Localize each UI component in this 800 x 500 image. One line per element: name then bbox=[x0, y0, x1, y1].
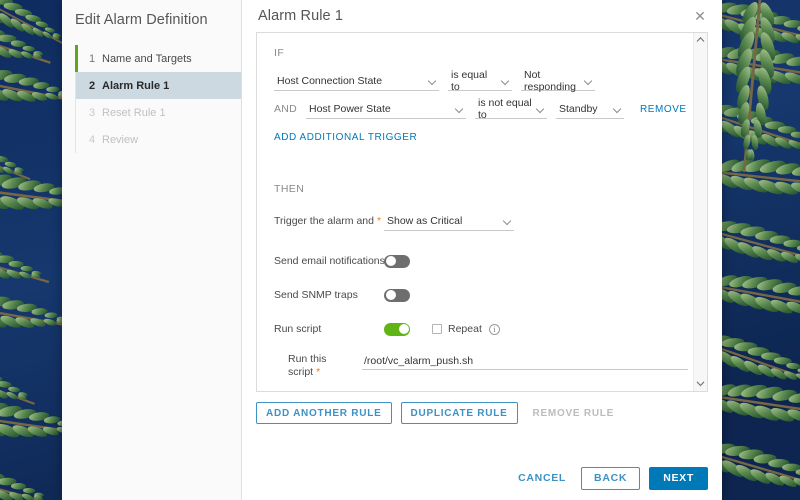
trigger-subject-value: Host Connection State bbox=[277, 74, 383, 87]
rule-editor-scroll-region: IF Host Connection State is equal to Not… bbox=[256, 32, 708, 392]
trigger-action-label-text: Trigger the alarm and bbox=[274, 215, 374, 227]
trigger-value-value: Not responding bbox=[524, 68, 576, 93]
conjunction-label: AND bbox=[274, 103, 298, 115]
duplicate-rule-button[interactable]: DUPLICATE RULE bbox=[400, 402, 518, 424]
page-title: Edit Alarm Definition bbox=[75, 12, 208, 28]
step-number: 2 bbox=[89, 79, 96, 92]
trigger-action-label: Trigger the alarm and * bbox=[274, 215, 384, 227]
step-label: Name and Targets bbox=[102, 52, 192, 65]
step-number: 3 bbox=[89, 106, 96, 119]
run-script-toggle[interactable] bbox=[384, 322, 410, 336]
trigger-value-select[interactable]: Standby bbox=[556, 100, 624, 119]
step-number: 1 bbox=[89, 52, 96, 65]
wizard-step-list: 1 Name and Targets 2 Alarm Rule 1 3 Rese… bbox=[75, 45, 241, 153]
trigger-operator-select[interactable]: is not equal to bbox=[475, 96, 547, 121]
sidebar-item-reset-rule-1: 3 Reset Rule 1 bbox=[76, 99, 241, 126]
dialog-footer: CANCEL BACK NEXT bbox=[242, 456, 722, 500]
then-section: THEN Trigger the alarm and * Show as Crit… bbox=[274, 183, 693, 391]
remove-rule-button: REMOVE RULE bbox=[532, 407, 615, 419]
step-label: Alarm Rule 1 bbox=[102, 79, 170, 92]
then-section-label: THEN bbox=[274, 183, 305, 195]
send-email-notifications-toggle[interactable] bbox=[384, 254, 410, 268]
trigger-row: Host Connection State is equal to Not re… bbox=[274, 68, 693, 93]
run-this-script-label: Run this script * bbox=[288, 353, 362, 379]
content-header: Alarm Rule 1 ✕ bbox=[242, 0, 722, 32]
cancel-button[interactable]: CANCEL bbox=[512, 472, 572, 484]
edit-alarm-definition-dialog: Edit Alarm Definition 1 Name and Targets… bbox=[62, 0, 722, 500]
send-email-notifications-label: Send email notifications bbox=[274, 255, 385, 267]
repeat-label: Repeat bbox=[448, 323, 482, 335]
info-icon[interactable]: i bbox=[488, 323, 500, 335]
trigger-subject-select[interactable]: Host Power State bbox=[306, 100, 466, 119]
close-icon[interactable]: ✕ bbox=[691, 7, 709, 25]
toggle-knob bbox=[385, 256, 396, 266]
script-label-line1: Run this bbox=[288, 353, 327, 365]
step-number: 4 bbox=[89, 133, 96, 146]
trigger-action-select[interactable]: Show as Critical bbox=[384, 212, 514, 231]
add-additional-trigger-link[interactable]: ADD ADDITIONAL TRIGGER bbox=[274, 132, 417, 143]
remove-trigger-link[interactable]: REMOVE bbox=[640, 104, 687, 115]
content-pane: Alarm Rule 1 ✕ IF Host Connection State … bbox=[242, 0, 722, 500]
back-button[interactable]: BACK bbox=[581, 466, 641, 490]
trigger-action-value: Show as Critical bbox=[387, 214, 463, 227]
rule-action-buttons: ADD ANOTHER RULE DUPLICATE RULE REMOVE R… bbox=[242, 392, 722, 424]
send-snmp-traps-label: Send SNMP traps bbox=[274, 289, 358, 301]
wizard-sidebar: Edit Alarm Definition 1 Name and Targets… bbox=[62, 0, 242, 500]
rule-editor-body: IF Host Connection State is equal to Not… bbox=[257, 33, 693, 391]
trigger-value-select[interactable]: Not responding bbox=[521, 68, 595, 93]
trigger-subject-select[interactable]: Host Connection State bbox=[274, 72, 439, 91]
run-script-row: Run script Repeat i bbox=[274, 319, 693, 339]
send-snmp-traps-row: Send SNMP traps bbox=[274, 285, 693, 305]
toggle-knob bbox=[398, 324, 409, 334]
sidebar-item-alarm-rule-1[interactable]: 2 Alarm Rule 1 bbox=[76, 72, 241, 99]
send-snmp-traps-toggle[interactable] bbox=[384, 288, 410, 302]
send-email-notifications-row: Send email notifications bbox=[274, 251, 693, 271]
sidebar-item-name-and-targets[interactable]: 1 Name and Targets bbox=[75, 45, 241, 72]
if-section-label: IF bbox=[274, 47, 285, 59]
sidebar-item-review: 4 Review bbox=[76, 126, 241, 153]
trigger-operator-value: is not equal to bbox=[478, 96, 532, 121]
trigger-action-row: Trigger the alarm and * Show as Critical bbox=[274, 211, 693, 231]
run-this-script-row: Run this script * bbox=[274, 353, 693, 379]
trigger-operator-select[interactable]: is equal to bbox=[448, 68, 512, 93]
trigger-operator-value: is equal to bbox=[451, 68, 488, 93]
next-button[interactable]: NEXT bbox=[649, 466, 708, 490]
run-script-label: Run script bbox=[274, 323, 322, 335]
add-another-rule-button[interactable]: ADD ANOTHER RULE bbox=[256, 402, 392, 424]
run-this-script-input[interactable] bbox=[362, 353, 688, 370]
trigger-subject-value: Host Power State bbox=[309, 102, 391, 115]
toggle-knob bbox=[385, 290, 396, 300]
script-label-line2: script bbox=[288, 366, 314, 378]
vertical-scrollbar[interactable] bbox=[693, 33, 707, 391]
trigger-row: AND Host Power State is not equal to Sta… bbox=[274, 96, 693, 121]
step-label: Review bbox=[102, 133, 139, 146]
chevron-down-icon[interactable] bbox=[696, 380, 706, 388]
chevron-up-icon[interactable] bbox=[696, 36, 706, 44]
trigger-value-value: Standby bbox=[559, 102, 598, 115]
content-title: Alarm Rule 1 bbox=[258, 8, 344, 24]
required-asterisk: * bbox=[316, 366, 321, 378]
repeat-checkbox[interactable] bbox=[432, 324, 442, 334]
required-asterisk: * bbox=[377, 215, 382, 227]
step-label: Reset Rule 1 bbox=[102, 106, 166, 119]
